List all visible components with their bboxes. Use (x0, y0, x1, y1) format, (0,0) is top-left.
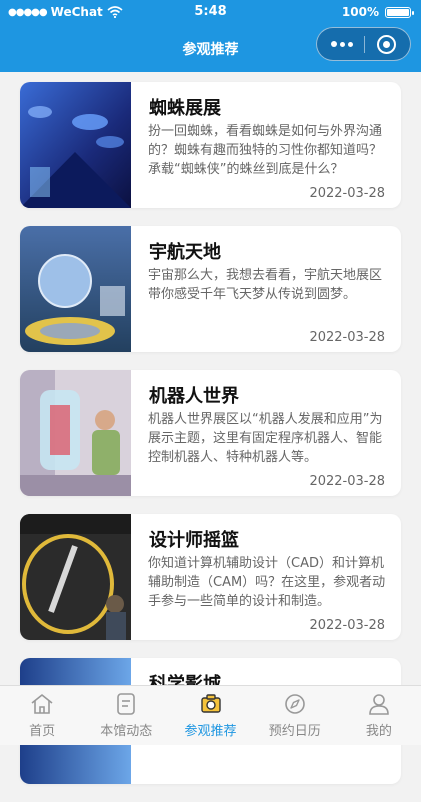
status-right: 100% (341, 5, 414, 19)
exhibit-title: 设计师摇篮 (149, 530, 239, 551)
exhibit-card[interactable]: 蜘蛛展展 扮一回蜘蛛，看看蜘蛛是如何与外界沟通的？蜘蛛有趣而独特的习性你都知道吗… (20, 82, 401, 208)
tab-calendar[interactable]: 预约日历 (253, 686, 337, 745)
exhibit-thumbnail-space (20, 226, 131, 352)
exhibit-date: 2022-03-28 (309, 186, 385, 201)
camera-icon (200, 694, 221, 713)
tab-label: 预约日历 (268, 724, 321, 739)
tab-profile[interactable]: 我的 (337, 686, 421, 745)
tab-label: 参观推荐 (184, 724, 237, 739)
exhibit-description: 宇宙那么大，我想去看看，宇航天地展区带你感受千年飞天梦从传说到圆梦。 (148, 268, 383, 302)
app-header: ●●●●● WeChat 5:48 100% 参观推荐 (0, 0, 421, 72)
capsule-divider (363, 36, 365, 53)
exhibit-title: 机器人世界 (149, 386, 239, 407)
close-target-icon[interactable] (377, 35, 396, 54)
exhibit-date: 2022-03-28 (309, 474, 385, 489)
tab-label: 首页 (29, 724, 56, 739)
exhibit-title: 蜘蛛展展 (149, 98, 221, 119)
battery-icon (385, 6, 414, 18)
exhibit-title: 宇航天地 (149, 242, 221, 263)
exhibit-thumbnail-spider (20, 82, 131, 208)
bottom-tab-bar: 首页 本馆动态 参观推荐 预约日历 我的 (0, 685, 421, 745)
exhibit-date: 2022-03-28 (309, 618, 385, 633)
exhibit-card[interactable]: 设计师摇篮 你知道计算机辅助设计（CAD）和计算机辅助制造（CAM）吗？在这里，… (20, 514, 401, 640)
status-bar: ●●●●● WeChat 5:48 100% (0, 0, 421, 26)
exhibit-thumbnail-robot (20, 370, 131, 496)
tab-home[interactable]: 首页 (0, 686, 84, 745)
exhibit-description: 你知道计算机辅助设计（CAD）和计算机辅助制造（CAM）吗？在这里，参观者动手参… (148, 556, 386, 609)
user-icon (369, 694, 389, 715)
exhibit-date: 2022-03-28 (309, 330, 385, 345)
compass-icon (284, 694, 305, 714)
battery-percent: 100% (341, 5, 379, 19)
tab-label: 本馆动态 (100, 724, 153, 739)
tab-recommend[interactable]: 参观推荐 (168, 686, 252, 745)
exhibit-description: 机器人世界展区以“机器人发展和应用”为展示主题，这里有固定程序机器人、智能控制机… (148, 412, 383, 465)
news-icon (117, 693, 136, 715)
exhibit-card[interactable]: 机器人世界 机器人世界展区以“机器人发展和应用”为展示主题，这里有固定程序机器人… (20, 370, 401, 496)
more-icon[interactable] (327, 37, 357, 51)
tab-news[interactable]: 本馆动态 (84, 686, 168, 745)
home-icon (31, 694, 53, 714)
exhibit-description: 扮一回蜘蛛，看看蜘蛛是如何与外界沟通的？蜘蛛有趣而独特的习性你都知道吗？承载“蜘… (148, 124, 383, 177)
exhibit-thumbnail-design (20, 514, 131, 640)
miniprogram-capsule (316, 27, 411, 61)
tab-label: 我的 (365, 724, 392, 739)
exhibit-card[interactable]: 宇航天地 宇宙那么大，我想去看看，宇航天地展区带你感受千年飞天梦从传说到圆梦。 … (20, 226, 401, 352)
